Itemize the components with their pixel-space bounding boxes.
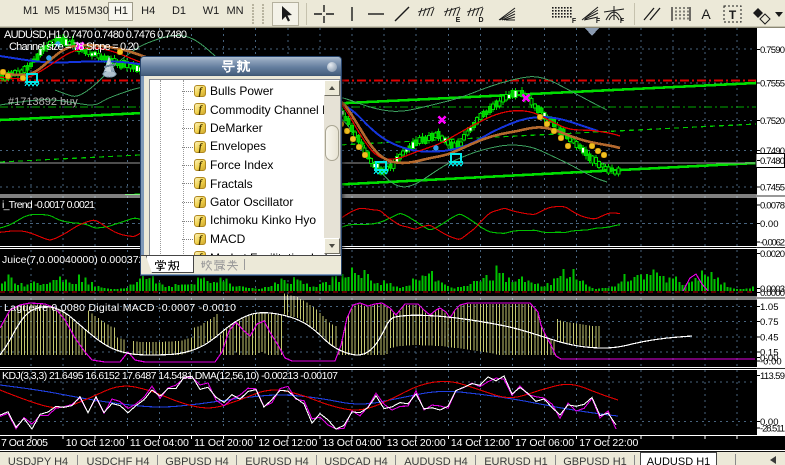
svg-text:0.0020: 0.0020 (760, 249, 785, 260)
svg-text:17 Oct 06:00: 17 Oct 06:00 (515, 437, 574, 449)
svg-text:0.7455: 0.7455 (760, 183, 785, 194)
svg-text:F: F (572, 18, 577, 25)
svg-text:0.7520: 0.7520 (760, 116, 785, 127)
svg-text:T: T (729, 8, 737, 22)
svg-text:14 Oct 12:00: 14 Oct 12:00 (451, 437, 510, 449)
svg-text:W1: W1 (203, 5, 220, 17)
svg-text:E: E (456, 17, 461, 24)
svg-text:#1713892 buy: #1713892 buy (8, 96, 78, 108)
svg-text:0.0078: 0.0078 (760, 201, 785, 212)
svg-text:0.45: 0.45 (760, 333, 779, 344)
svg-text:Channel size = 78 Slope = 0.20: Channel size = 78 Slope = 0.20 (9, 41, 139, 53)
svg-text:113.59: 113.59 (760, 371, 785, 382)
svg-text:12 Oct 12:00: 12 Oct 12:00 (258, 437, 317, 449)
svg-text:MN: MN (226, 5, 243, 17)
svg-text:17 Oct 22:00: 17 Oct 22:00 (579, 437, 638, 449)
svg-text:AUDUSD,H1 0.7470 0.7480 0.7476: AUDUSD,H1 0.7470 0.7480 0.7476 0.7480 (4, 29, 187, 41)
svg-text:0.7555: 0.7555 (760, 79, 785, 90)
svg-text:7 Oct 2005: 7 Oct 2005 (1, 437, 48, 449)
svg-text:Laguerre 0.0080 Digital MACD: Laguerre 0.0080 Digital MACD -0.0007 -0.… (4, 302, 236, 314)
svg-text:11 Oct 04:00: 11 Oct 04:00 (130, 437, 189, 449)
svg-text:11 Oct 20:00: 11 Oct 20:00 (194, 437, 253, 449)
svg-text:M1: M1 (23, 5, 38, 17)
svg-text:H1: H1 (114, 5, 128, 17)
svg-text:-28.511: -28.511 (760, 424, 785, 435)
svg-text:H4: H4 (141, 5, 155, 17)
svg-text:0.0000: 0.0000 (760, 288, 785, 299)
svg-text:A: A (701, 6, 711, 22)
svg-text:M15: M15 (65, 5, 86, 17)
svg-text:i_Trend -0.0017 0.0021: i_Trend -0.0017 0.0021 (2, 199, 95, 211)
svg-text:0.75: 0.75 (760, 317, 779, 328)
svg-text:0.7590: 0.7590 (760, 45, 785, 56)
svg-text:D1: D1 (172, 5, 186, 17)
svg-text:F: F (620, 18, 625, 25)
svg-text:D: D (478, 17, 483, 24)
svg-text:F: F (596, 18, 601, 25)
svg-text:13 Oct 04:00: 13 Oct 04:00 (323, 437, 382, 449)
svg-text:-0.00: -0.00 (760, 357, 782, 368)
svg-text:10 Oct 12:00: 10 Oct 12:00 (66, 437, 125, 449)
svg-text:13 Oct 20:00: 13 Oct 20:00 (387, 437, 446, 449)
svg-text:M30: M30 (87, 5, 108, 17)
svg-text:M5: M5 (45, 5, 60, 17)
svg-text:-0.0062: -0.0062 (760, 238, 785, 249)
svg-text:0.7480: 0.7480 (760, 156, 785, 167)
svg-text:1.05: 1.05 (760, 302, 779, 313)
svg-text:0.00: 0.00 (760, 219, 779, 230)
svg-text:KDJ(3,3,3) 21.6495 16.6152 17.: KDJ(3,3,3) 21.6495 16.6152 17.6487 14.54… (2, 370, 338, 382)
